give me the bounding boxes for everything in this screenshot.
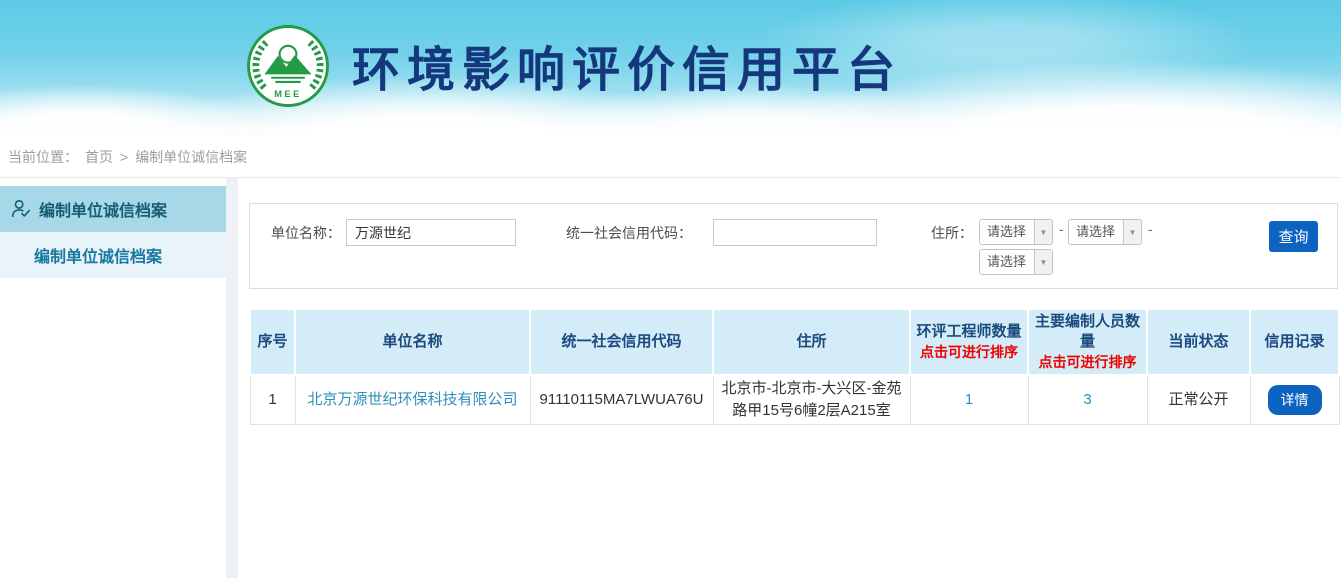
sidebar-item-unit-credit-archive[interactable]: 编制单位诚信档案 xyxy=(0,186,226,232)
address-label: 住所： xyxy=(931,220,973,246)
col-address: 住所 xyxy=(713,309,910,375)
engineer-count-link[interactable]: 1 xyxy=(965,391,973,408)
address-district-value: 请选择 xyxy=(980,250,1034,274)
dropdown-arrow-icon: ▼ xyxy=(1123,220,1141,244)
breadcrumb-current: 编制单位诚信档案 xyxy=(135,147,247,167)
site-header: MEE 环境影响评价信用平台 xyxy=(0,0,1341,137)
sidebar-divider xyxy=(226,178,238,578)
table-row: 1 北京万源世纪环保科技有限公司 91110115MA7LWUA76U 北京市-… xyxy=(250,375,1339,425)
company-name-link[interactable]: 北京万源世纪环保科技有限公司 xyxy=(307,391,517,408)
dropdown-arrow-icon: ▼ xyxy=(1034,220,1052,244)
sort-hint: 点击可进行排序 xyxy=(913,342,1025,362)
breadcrumb-home-link[interactable]: 首页 xyxy=(85,147,113,167)
cell-credit-code: 91110115MA7LWUA76U xyxy=(530,375,713,425)
unit-name-label: 单位名称： xyxy=(271,220,341,246)
cell-status: 正常公开 xyxy=(1147,375,1250,425)
address-district-select[interactable]: 请选择 ▼ xyxy=(979,249,1053,275)
credit-code-input[interactable] xyxy=(713,219,877,246)
breadcrumb-label: 当前位置： xyxy=(8,147,78,167)
unit-name-input[interactable] xyxy=(346,219,516,246)
svg-text:MEE: MEE xyxy=(274,89,302,99)
sidebar-item-label: 编制单位诚信档案 xyxy=(39,197,167,221)
col-status: 当前状态 xyxy=(1147,309,1250,375)
address-dash: - xyxy=(1059,221,1064,237)
col-unit-name: 单位名称 xyxy=(295,309,530,375)
dropdown-arrow-icon: ▼ xyxy=(1034,250,1052,274)
results-table: 序号 单位名称 统一社会信用代码 住所 环评工程师数量 点击可进行排序 主要编制… xyxy=(249,308,1340,425)
breadcrumb-separator: > xyxy=(120,149,128,165)
query-button[interactable]: 查询 xyxy=(1269,221,1318,252)
detail-button[interactable]: 详情 xyxy=(1268,385,1322,415)
col-index: 序号 xyxy=(250,309,295,375)
mee-logo-icon: MEE xyxy=(246,24,330,113)
main-content: 单位名称： 统一社会信用代码： 住所： 请选择 ▼ - 请选择 ▼ - 请选择 … xyxy=(238,178,1341,578)
address-province-value: 请选择 xyxy=(980,220,1034,244)
search-panel: 单位名称： 统一社会信用代码： 住所： 请选择 ▼ - 请选择 ▼ - 请选择 … xyxy=(249,203,1338,289)
cell-index: 1 xyxy=(250,375,295,425)
credit-code-label: 统一社会信用代码： xyxy=(566,220,692,246)
col-credit-code: 统一社会信用代码 xyxy=(530,309,713,375)
col-credit-record: 信用记录 xyxy=(1250,309,1339,375)
breadcrumb: 当前位置： 首页 > 编制单位诚信档案 xyxy=(0,137,1341,178)
col-staff-count-sort[interactable]: 主要编制人员数量 点击可进行排序 xyxy=(1028,309,1147,375)
table-header-row: 序号 单位名称 统一社会信用代码 住所 环评工程师数量 点击可进行排序 主要编制… xyxy=(250,309,1339,375)
address-city-select[interactable]: 请选择 ▼ xyxy=(1068,219,1142,245)
sidebar-subitem-label: 编制单位诚信档案 xyxy=(34,243,162,267)
sidebar-subitem-unit-credit-archive[interactable]: 编制单位诚信档案 xyxy=(0,232,226,278)
col-engineer-count-sort[interactable]: 环评工程师数量 点击可进行排序 xyxy=(910,309,1028,375)
staff-count-link[interactable]: 3 xyxy=(1083,391,1091,408)
cell-address: 北京市-北京市-大兴区-金苑路甲15号6幢2层A215室 xyxy=(713,375,910,425)
page-title: 环境影响评价信用平台 xyxy=(352,30,902,100)
address-dash: - xyxy=(1148,221,1153,237)
address-city-value: 请选择 xyxy=(1069,220,1123,244)
address-province-select[interactable]: 请选择 ▼ xyxy=(979,219,1053,245)
user-check-icon xyxy=(10,198,32,220)
sidebar: 编制单位诚信档案 编制单位诚信档案 xyxy=(0,178,226,578)
sort-hint: 点击可进行排序 xyxy=(1031,352,1144,372)
